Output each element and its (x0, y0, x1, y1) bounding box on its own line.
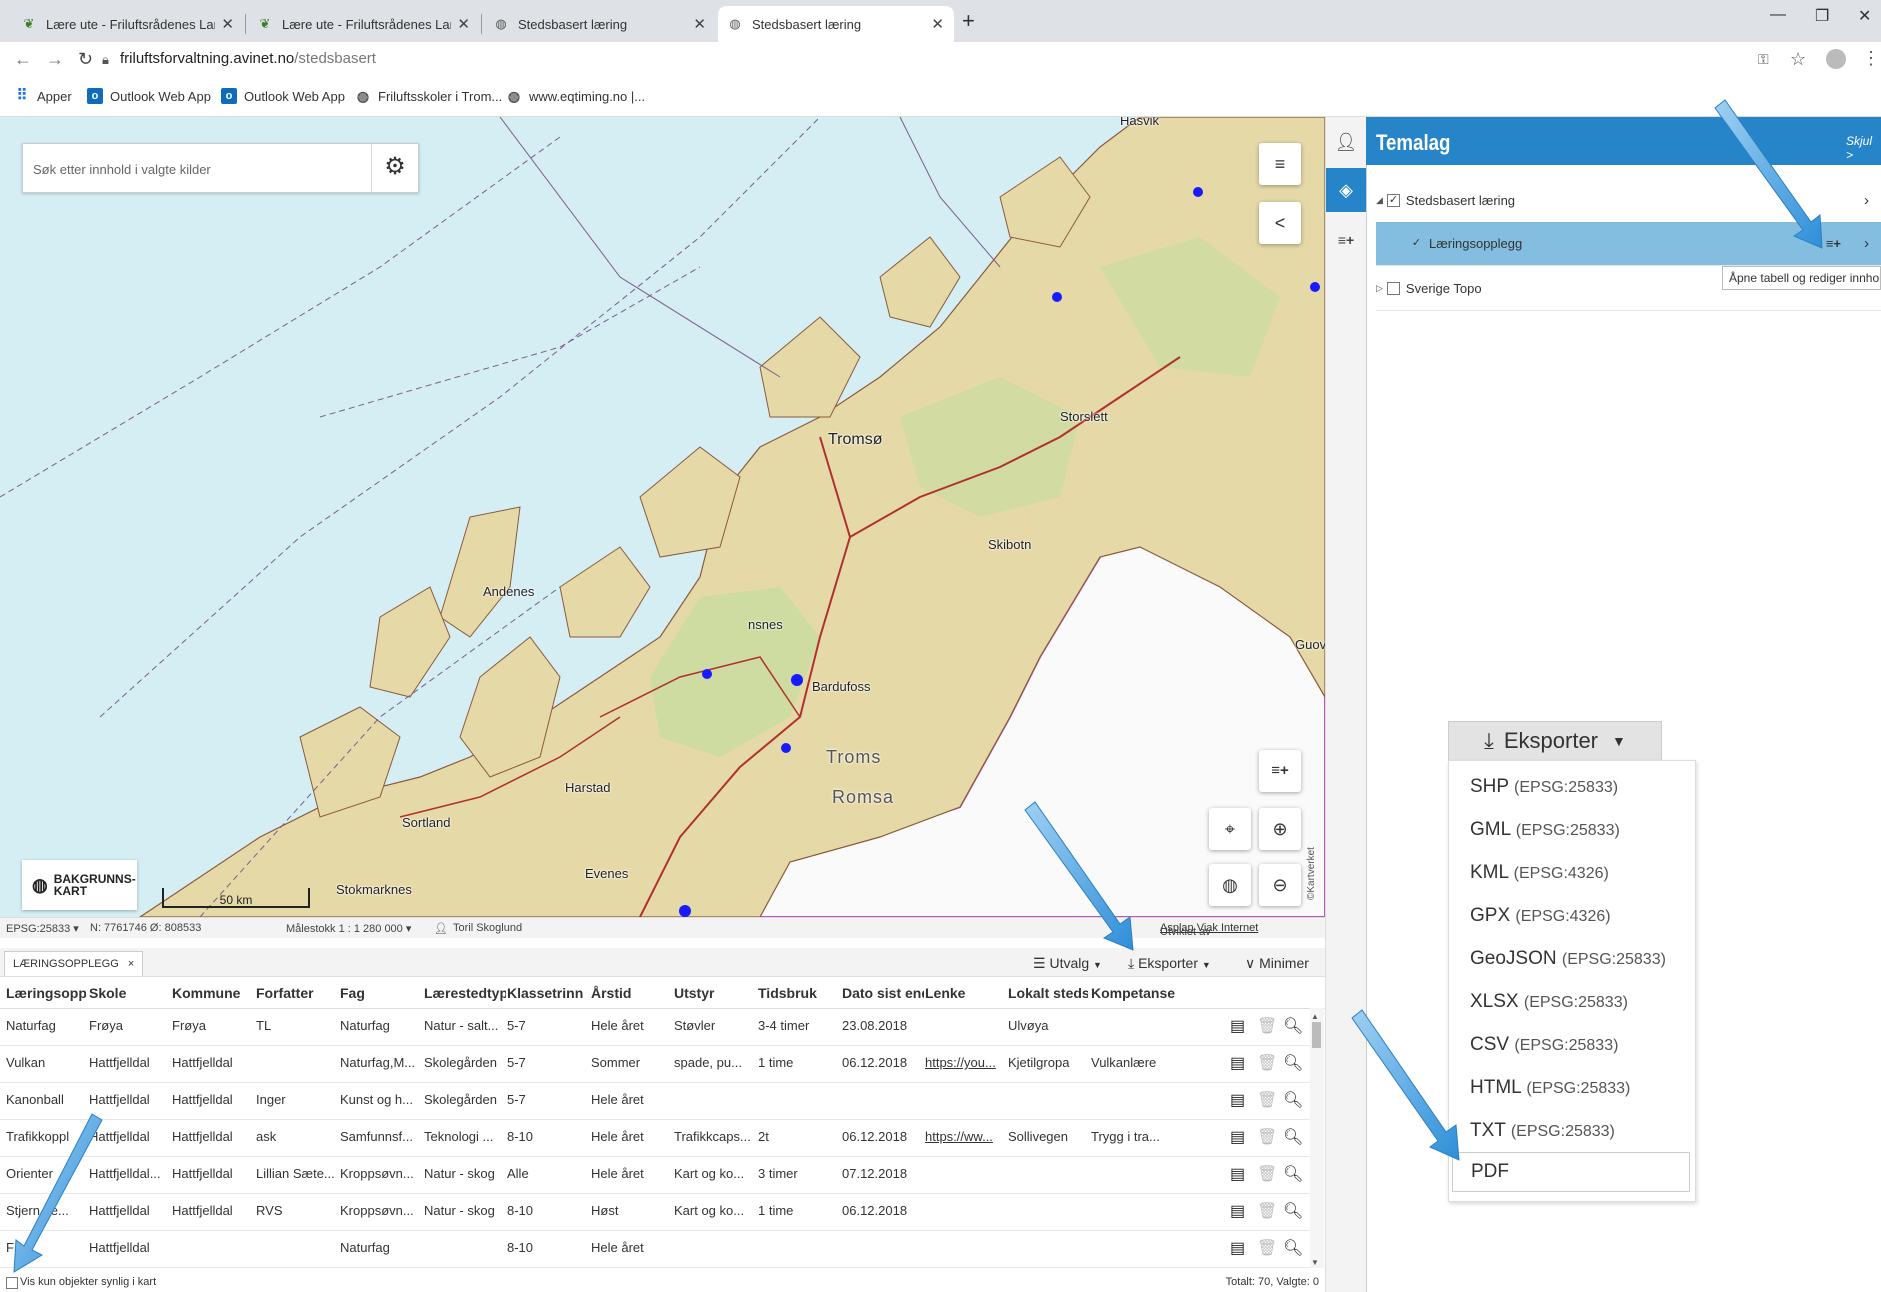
arrow-to-pdf (1351, 1009, 1460, 1161)
annotation-arrows (13, 99, 1823, 1273)
arrow-to-open-table (1714, 99, 1823, 249)
arrow-to-visible-checkbox (13, 1113, 103, 1273)
arrow-to-eksporter (1024, 801, 1134, 951)
